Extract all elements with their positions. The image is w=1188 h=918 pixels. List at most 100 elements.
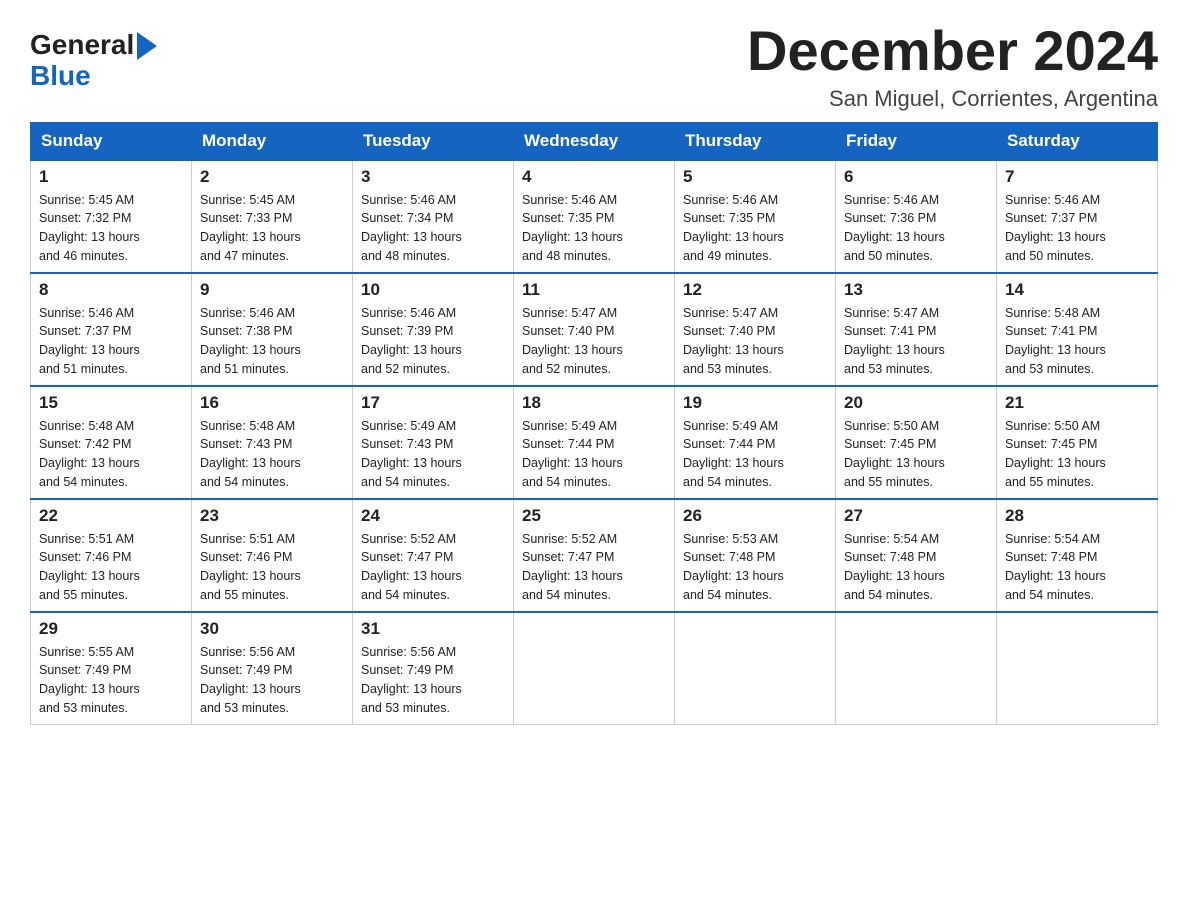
day-number: 16	[200, 393, 344, 413]
calendar-cell: 3 Sunrise: 5:46 AM Sunset: 7:34 PM Dayli…	[353, 160, 514, 273]
logo-text-general: General	[30, 31, 134, 59]
day-info: Sunrise: 5:47 AM Sunset: 7:40 PM Dayligh…	[522, 304, 666, 379]
day-info: Sunrise: 5:46 AM Sunset: 7:38 PM Dayligh…	[200, 304, 344, 379]
day-info: Sunrise: 5:49 AM Sunset: 7:43 PM Dayligh…	[361, 417, 505, 492]
day-info: Sunrise: 5:50 AM Sunset: 7:45 PM Dayligh…	[844, 417, 988, 492]
calendar-cell: 6 Sunrise: 5:46 AM Sunset: 7:36 PM Dayli…	[836, 160, 997, 273]
day-info: Sunrise: 5:47 AM Sunset: 7:41 PM Dayligh…	[844, 304, 988, 379]
day-info: Sunrise: 5:46 AM Sunset: 7:36 PM Dayligh…	[844, 191, 988, 266]
day-number: 12	[683, 280, 827, 300]
calendar-cell	[675, 612, 836, 725]
calendar-cell: 15 Sunrise: 5:48 AM Sunset: 7:42 PM Dayl…	[31, 386, 192, 499]
day-info: Sunrise: 5:46 AM Sunset: 7:37 PM Dayligh…	[1005, 191, 1149, 266]
day-number: 7	[1005, 167, 1149, 187]
calendar-cell: 20 Sunrise: 5:50 AM Sunset: 7:45 PM Dayl…	[836, 386, 997, 499]
calendar-cell: 23 Sunrise: 5:51 AM Sunset: 7:46 PM Dayl…	[192, 499, 353, 612]
day-info: Sunrise: 5:52 AM Sunset: 7:47 PM Dayligh…	[361, 530, 505, 605]
day-info: Sunrise: 5:48 AM Sunset: 7:43 PM Dayligh…	[200, 417, 344, 492]
weekday-header-monday: Monday	[192, 122, 353, 160]
day-info: Sunrise: 5:49 AM Sunset: 7:44 PM Dayligh…	[683, 417, 827, 492]
day-number: 10	[361, 280, 505, 300]
day-info: Sunrise: 5:55 AM Sunset: 7:49 PM Dayligh…	[39, 643, 183, 718]
day-info: Sunrise: 5:50 AM Sunset: 7:45 PM Dayligh…	[1005, 417, 1149, 492]
day-info: Sunrise: 5:49 AM Sunset: 7:44 PM Dayligh…	[522, 417, 666, 492]
day-info: Sunrise: 5:53 AM Sunset: 7:48 PM Dayligh…	[683, 530, 827, 605]
month-year-title: December 2024	[747, 20, 1158, 82]
calendar-cell	[514, 612, 675, 725]
calendar-cell: 14 Sunrise: 5:48 AM Sunset: 7:41 PM Dayl…	[997, 273, 1158, 386]
calendar-table: SundayMondayTuesdayWednesdayThursdayFrid…	[30, 122, 1158, 725]
title-block: December 2024 San Miguel, Corrientes, Ar…	[747, 20, 1158, 112]
day-number: 27	[844, 506, 988, 526]
weekday-header-friday: Friday	[836, 122, 997, 160]
day-number: 20	[844, 393, 988, 413]
day-number: 26	[683, 506, 827, 526]
logo: General Blue	[30, 30, 157, 90]
day-number: 13	[844, 280, 988, 300]
calendar-cell: 17 Sunrise: 5:49 AM Sunset: 7:43 PM Dayl…	[353, 386, 514, 499]
calendar-week-3: 15 Sunrise: 5:48 AM Sunset: 7:42 PM Dayl…	[31, 386, 1158, 499]
day-number: 29	[39, 619, 183, 639]
day-number: 24	[361, 506, 505, 526]
calendar-week-2: 8 Sunrise: 5:46 AM Sunset: 7:37 PM Dayli…	[31, 273, 1158, 386]
calendar-cell: 29 Sunrise: 5:55 AM Sunset: 7:49 PM Dayl…	[31, 612, 192, 725]
day-number: 2	[200, 167, 344, 187]
calendar-week-1: 1 Sunrise: 5:45 AM Sunset: 7:32 PM Dayli…	[31, 160, 1158, 273]
day-number: 9	[200, 280, 344, 300]
day-info: Sunrise: 5:46 AM Sunset: 7:34 PM Dayligh…	[361, 191, 505, 266]
day-info: Sunrise: 5:51 AM Sunset: 7:46 PM Dayligh…	[39, 530, 183, 605]
weekday-header-row: SundayMondayTuesdayWednesdayThursdayFrid…	[31, 122, 1158, 160]
day-number: 25	[522, 506, 666, 526]
day-number: 11	[522, 280, 666, 300]
day-info: Sunrise: 5:48 AM Sunset: 7:41 PM Dayligh…	[1005, 304, 1149, 379]
logo-text-blue: Blue	[30, 62, 91, 90]
calendar-cell: 10 Sunrise: 5:46 AM Sunset: 7:39 PM Dayl…	[353, 273, 514, 386]
calendar-cell: 24 Sunrise: 5:52 AM Sunset: 7:47 PM Dayl…	[353, 499, 514, 612]
weekday-header-tuesday: Tuesday	[353, 122, 514, 160]
calendar-cell: 18 Sunrise: 5:49 AM Sunset: 7:44 PM Dayl…	[514, 386, 675, 499]
day-number: 6	[844, 167, 988, 187]
day-info: Sunrise: 5:52 AM Sunset: 7:47 PM Dayligh…	[522, 530, 666, 605]
calendar-cell: 28 Sunrise: 5:54 AM Sunset: 7:48 PM Dayl…	[997, 499, 1158, 612]
calendar-cell: 2 Sunrise: 5:45 AM Sunset: 7:33 PM Dayli…	[192, 160, 353, 273]
calendar-cell: 21 Sunrise: 5:50 AM Sunset: 7:45 PM Dayl…	[997, 386, 1158, 499]
day-number: 4	[522, 167, 666, 187]
location-subtitle: San Miguel, Corrientes, Argentina	[747, 86, 1158, 112]
day-number: 5	[683, 167, 827, 187]
calendar-cell: 13 Sunrise: 5:47 AM Sunset: 7:41 PM Dayl…	[836, 273, 997, 386]
day-info: Sunrise: 5:51 AM Sunset: 7:46 PM Dayligh…	[200, 530, 344, 605]
calendar-week-5: 29 Sunrise: 5:55 AM Sunset: 7:49 PM Dayl…	[31, 612, 1158, 725]
calendar-cell: 11 Sunrise: 5:47 AM Sunset: 7:40 PM Dayl…	[514, 273, 675, 386]
day-info: Sunrise: 5:54 AM Sunset: 7:48 PM Dayligh…	[1005, 530, 1149, 605]
calendar-cell: 4 Sunrise: 5:46 AM Sunset: 7:35 PM Dayli…	[514, 160, 675, 273]
day-number: 28	[1005, 506, 1149, 526]
day-info: Sunrise: 5:56 AM Sunset: 7:49 PM Dayligh…	[361, 643, 505, 718]
day-number: 3	[361, 167, 505, 187]
day-number: 31	[361, 619, 505, 639]
day-info: Sunrise: 5:56 AM Sunset: 7:49 PM Dayligh…	[200, 643, 344, 718]
calendar-cell: 26 Sunrise: 5:53 AM Sunset: 7:48 PM Dayl…	[675, 499, 836, 612]
calendar-cell: 25 Sunrise: 5:52 AM Sunset: 7:47 PM Dayl…	[514, 499, 675, 612]
day-number: 30	[200, 619, 344, 639]
weekday-header-wednesday: Wednesday	[514, 122, 675, 160]
day-info: Sunrise: 5:48 AM Sunset: 7:42 PM Dayligh…	[39, 417, 183, 492]
day-info: Sunrise: 5:45 AM Sunset: 7:33 PM Dayligh…	[200, 191, 344, 266]
day-info: Sunrise: 5:46 AM Sunset: 7:39 PM Dayligh…	[361, 304, 505, 379]
day-number: 21	[1005, 393, 1149, 413]
calendar-cell: 27 Sunrise: 5:54 AM Sunset: 7:48 PM Dayl…	[836, 499, 997, 612]
calendar-cell: 31 Sunrise: 5:56 AM Sunset: 7:49 PM Dayl…	[353, 612, 514, 725]
day-number: 14	[1005, 280, 1149, 300]
day-number: 22	[39, 506, 183, 526]
day-info: Sunrise: 5:46 AM Sunset: 7:37 PM Dayligh…	[39, 304, 183, 379]
calendar-body: 1 Sunrise: 5:45 AM Sunset: 7:32 PM Dayli…	[31, 160, 1158, 725]
day-number: 15	[39, 393, 183, 413]
day-number: 18	[522, 393, 666, 413]
calendar-cell: 19 Sunrise: 5:49 AM Sunset: 7:44 PM Dayl…	[675, 386, 836, 499]
day-number: 17	[361, 393, 505, 413]
day-info: Sunrise: 5:54 AM Sunset: 7:48 PM Dayligh…	[844, 530, 988, 605]
calendar-cell: 7 Sunrise: 5:46 AM Sunset: 7:37 PM Dayli…	[997, 160, 1158, 273]
day-number: 1	[39, 167, 183, 187]
day-number: 19	[683, 393, 827, 413]
calendar-cell	[836, 612, 997, 725]
weekday-header-sunday: Sunday	[31, 122, 192, 160]
